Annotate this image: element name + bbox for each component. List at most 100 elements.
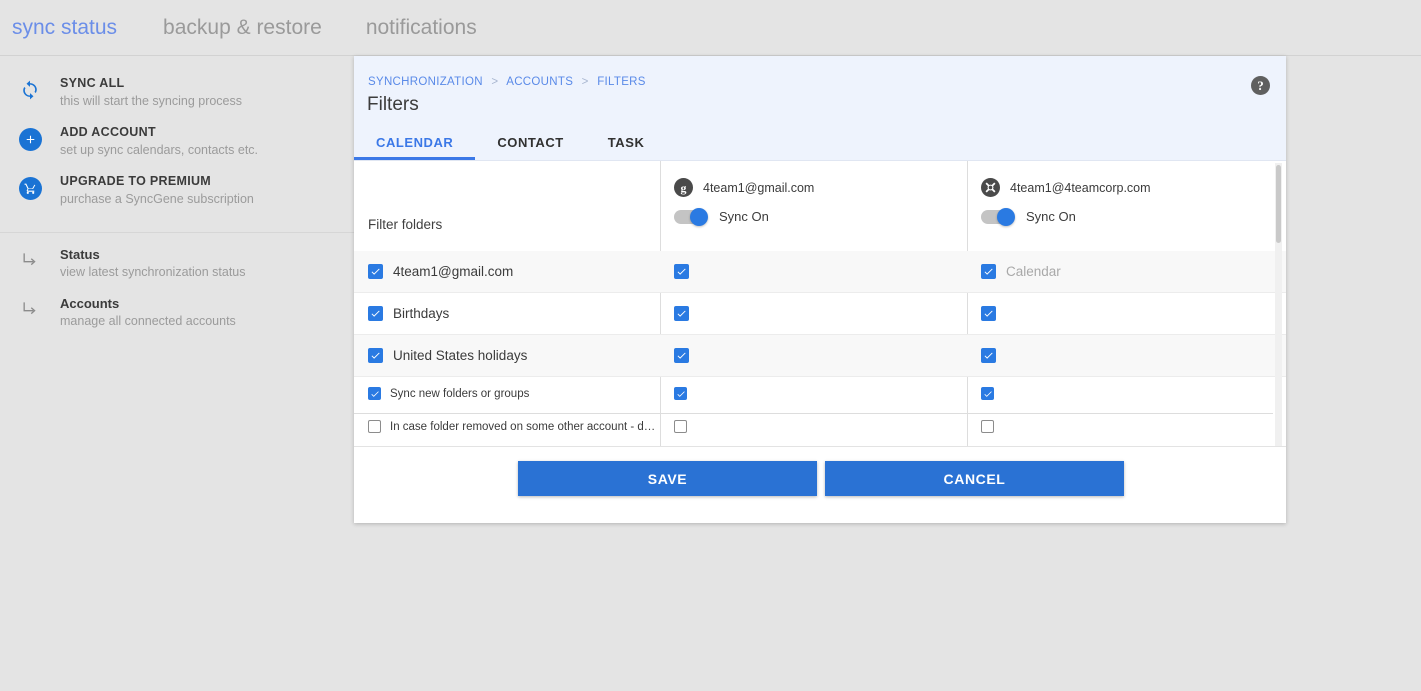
sidebar-item-text: ADD ACCOUNT set up sync calendars, conta…	[48, 125, 258, 158]
toggle-knob	[690, 207, 708, 226]
option-checkbox[interactable]	[368, 420, 381, 433]
account-column-header-gmail: g 4team1@gmail.com Sync On	[674, 178, 814, 226]
sidebar-item-status[interactable]: Status view latest synchronization statu…	[0, 247, 355, 296]
option-row-delete-removed-folder: In case folder removed on some other acc…	[354, 410, 1286, 443]
google-icon: g	[674, 178, 693, 197]
folder-checkbox[interactable]	[368, 264, 383, 279]
sidebar-item-add-account[interactable]: ADD ACCOUNT set up sync calendars, conta…	[0, 125, 355, 174]
option-cell-4teamcorp	[967, 420, 1274, 433]
help-circle-icon[interactable]: ?	[1251, 76, 1270, 95]
folder-checkbox[interactable]	[368, 348, 383, 363]
row-label-cell: Birthdays	[354, 306, 660, 321]
account-column-header-4teamcorp: 4team1@4teamcorp.com Sync On	[981, 178, 1151, 226]
breadcrumb-separator: >	[491, 76, 499, 88]
toggle-knob	[997, 207, 1015, 226]
option-label-cell: In case folder removed on some other acc…	[354, 420, 660, 433]
top-navigation-bar: sync status backup & restore notificatio…	[0, 0, 1421, 56]
tab-task[interactable]: TASK	[586, 135, 667, 160]
sidebar-item-text: UPGRADE TO PREMIUM purchase a SyncGene s…	[48, 174, 254, 207]
dialog-footer: SAVE CANCEL	[354, 446, 1286, 523]
sidebar-item-text: Accounts manage all connected accounts	[48, 296, 236, 329]
table-scrollbar[interactable]	[1275, 163, 1282, 446]
option-cell-4teamcorp	[967, 387, 1274, 400]
cancel-button[interactable]: CANCEL	[825, 461, 1124, 496]
row-label-cell: 4team1@gmail.com	[354, 264, 660, 279]
folder-label: United States holidays	[393, 348, 528, 363]
sidebar-secondary-group: Status view latest synchronization statu…	[0, 232, 355, 345]
scrollbar-thumb[interactable]	[1276, 165, 1281, 243]
topnav-item-sync-status[interactable]: sync status	[12, 16, 117, 40]
save-button[interactable]: SAVE	[518, 461, 817, 496]
arrow-branch-icon	[12, 247, 48, 270]
breadcrumb-filters: FILTERS	[597, 76, 646, 88]
cart-icon	[12, 174, 48, 200]
tab-contact[interactable]: CONTACT	[475, 135, 585, 160]
breadcrumb-accounts[interactable]: ACCOUNTS	[506, 76, 573, 88]
sidebar-item-title: Accounts	[60, 296, 120, 311]
sidebar-item-subtitle: set up sync calendars, contacts etc.	[60, 143, 259, 157]
tab-bar: CALENDAR CONTACT TASK	[354, 124, 666, 160]
option-checkbox[interactable]	[674, 387, 687, 400]
account-cell-4teamcorp	[967, 306, 1274, 321]
option-row-sync-new-folders: Sync new folders or groups	[354, 377, 1286, 410]
account-email: 4team1@gmail.com	[703, 180, 815, 195]
toggle-switch[interactable]	[981, 207, 1015, 226]
sidebar-item-title: SYNC ALL	[60, 76, 125, 90]
row-label-cell: United States holidays	[354, 348, 660, 363]
option-label-cell: Sync new folders or groups	[354, 387, 660, 400]
sync-status-label: Sync On	[1026, 209, 1076, 224]
dialog-header: SYNCHRONIZATION > ACCOUNTS > FILTERS Fil…	[354, 56, 1286, 161]
table-row: 4team1@gmail.com Calendar	[354, 251, 1286, 293]
option-checkbox[interactable]	[981, 420, 994, 433]
folder-checkbox[interactable]	[981, 306, 996, 321]
sync-status-label: Sync On	[719, 209, 769, 224]
folder-label: Birthdays	[393, 306, 450, 321]
sidebar-item-title: UPGRADE TO PREMIUM	[60, 174, 212, 188]
breadcrumb-synchronization[interactable]: SYNCHRONIZATION	[368, 76, 483, 88]
sync-toggle-4teamcorp[interactable]: Sync On	[981, 207, 1151, 226]
option-cell-gmail	[660, 420, 967, 433]
tab-calendar[interactable]: CALENDAR	[354, 135, 476, 160]
account-cell-4teamcorp	[967, 348, 1274, 363]
folder-checkbox[interactable]	[674, 264, 689, 279]
account-cell-gmail	[660, 306, 967, 321]
folder-checkbox[interactable]	[674, 306, 689, 321]
sidebar-item-subtitle: view latest synchronization status	[60, 265, 246, 279]
table-row: United States holidays	[354, 335, 1286, 377]
svg-text:g: g	[681, 181, 687, 195]
breadcrumb-separator: >	[581, 76, 589, 88]
sidebar-item-text: Status view latest synchronization statu…	[48, 247, 246, 280]
folder-checkbox[interactable]	[981, 348, 996, 363]
toggle-switch[interactable]	[674, 207, 708, 226]
option-checkbox[interactable]	[368, 387, 381, 400]
filters-table: Filter folders g 4team1@gmail.com Sync O…	[354, 161, 1286, 446]
account-cell-gmail	[660, 264, 967, 279]
breadcrumb: SYNCHRONIZATION > ACCOUNTS > FILTERS	[368, 76, 646, 88]
account-identity: 4team1@4teamcorp.com	[981, 178, 1151, 197]
filter-folders-label: Filter folders	[368, 217, 443, 232]
topnav-item-notifications[interactable]: notifications	[366, 16, 477, 40]
folder-checkbox[interactable]	[674, 348, 689, 363]
sidebar-item-text: SYNC ALL this will start the syncing pro…	[48, 76, 242, 109]
filters-dialog: SYNCHRONIZATION > ACCOUNTS > FILTERS Fil…	[354, 56, 1286, 523]
folder-checkbox[interactable]	[368, 306, 383, 321]
option-checkbox[interactable]	[674, 420, 687, 433]
account-identity: g 4team1@gmail.com	[674, 178, 814, 197]
sidebar: SYNC ALL this will start the syncing pro…	[0, 57, 355, 691]
exchange-icon	[981, 178, 1000, 197]
sync-toggle-gmail[interactable]: Sync On	[674, 207, 814, 226]
table-row: Birthdays	[354, 293, 1286, 335]
sidebar-item-sync-all[interactable]: SYNC ALL this will start the syncing pro…	[0, 76, 355, 125]
account-cell-4teamcorp: Calendar	[967, 264, 1274, 279]
sidebar-item-upgrade-to-premium[interactable]: UPGRADE TO PREMIUM purchase a SyncGene s…	[0, 174, 355, 223]
page-title: Filters	[367, 94, 419, 115]
sidebar-primary-group: SYNC ALL this will start the syncing pro…	[0, 57, 355, 223]
sidebar-item-accounts[interactable]: Accounts manage all connected accounts	[0, 296, 355, 345]
folder-label: 4team1@gmail.com	[393, 264, 514, 279]
sidebar-item-title: ADD ACCOUNT	[60, 125, 156, 139]
folder-checkbox[interactable]	[981, 264, 996, 279]
topnav-item-backup-restore[interactable]: backup & restore	[163, 16, 322, 40]
option-checkbox[interactable]	[981, 387, 994, 400]
arrow-branch-icon	[12, 296, 48, 319]
option-label: Sync new folders or groups	[390, 387, 530, 400]
